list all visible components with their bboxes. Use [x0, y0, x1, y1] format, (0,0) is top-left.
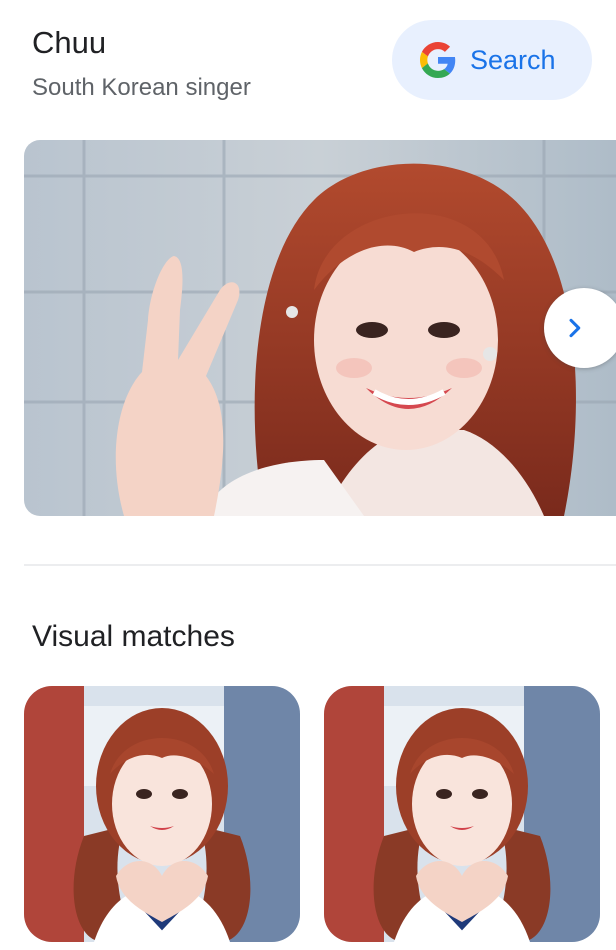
visual-matches-title: Visual matches	[32, 620, 235, 653]
google-g-icon	[420, 42, 456, 78]
search-button[interactable]: Search	[392, 20, 592, 100]
search-button-label: Search	[470, 44, 556, 75]
entity-subtitle: South Korean singer	[32, 74, 251, 101]
lens-results-panel: Chuu South Korean singer Search Visual m…	[0, 0, 616, 950]
hero-image[interactable]	[24, 140, 616, 516]
chevron-right-icon	[569, 318, 581, 338]
entity-title: Chuu	[32, 25, 107, 60]
next-image-button[interactable]	[544, 288, 616, 368]
visual-match-thumbnail[interactable]	[24, 686, 300, 942]
section-divider	[24, 564, 616, 566]
visual-match-thumbnail[interactable]	[324, 686, 600, 942]
